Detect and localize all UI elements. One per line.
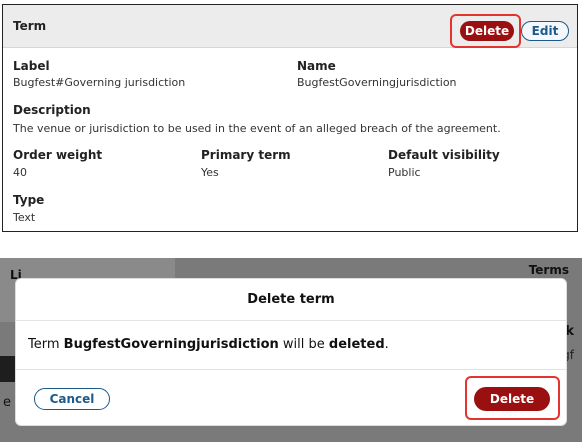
delete-term-button[interactable]: Delete <box>460 21 514 41</box>
label-field-value: Bugfest#Governing jurisdiction <box>13 76 186 89</box>
type-field-title: Type <box>13 193 45 207</box>
name-field-value: BugfestGoverningjurisdiction <box>297 76 457 89</box>
modal-message-middle: will be <box>278 337 329 352</box>
background-right-text: Terms <box>528 263 569 277</box>
term-panel-header: Term Delete Edit <box>3 5 577 48</box>
term-panel: Term Delete Edit Label Bugfest#Governing… <box>2 4 578 232</box>
delete-term-modal: Delete term Term BugfestGoverningjurisdi… <box>15 278 567 426</box>
order-weight-value: 40 <box>13 166 27 179</box>
modal-message-action: deleted <box>328 337 385 352</box>
modal-term-name: BugfestGoverningjurisdiction <box>63 337 279 352</box>
cancel-button[interactable]: Cancel <box>34 388 110 410</box>
label-field-title: Label <box>13 59 50 73</box>
description-field-value: The venue or jurisdiction to be used in … <box>13 122 501 135</box>
modal-title: Delete term <box>16 279 566 321</box>
confirm-delete-button[interactable]: Delete <box>474 387 550 411</box>
default-visibility-value: Public <box>388 166 421 179</box>
modal-message: Term BugfestGoverningjurisdiction will b… <box>28 337 389 352</box>
edit-term-button[interactable]: Edit <box>521 21 569 41</box>
order-weight-title: Order weight <box>13 148 103 162</box>
primary-term-value: Yes <box>201 166 219 179</box>
modal-message-prefix: Term <box>28 337 64 352</box>
term-panel-title: Term <box>13 19 47 33</box>
name-field-title: Name <box>297 59 336 73</box>
description-field-title: Description <box>13 103 91 117</box>
background-left-letter: e <box>3 395 11 410</box>
modal-footer-divider <box>16 369 566 370</box>
background-dark-strip <box>0 356 16 382</box>
default-visibility-title: Default visibility <box>388 148 500 162</box>
primary-term-title: Primary term <box>201 148 291 162</box>
type-field-value: Text <box>13 211 36 224</box>
modal-message-suffix: . <box>384 337 389 352</box>
